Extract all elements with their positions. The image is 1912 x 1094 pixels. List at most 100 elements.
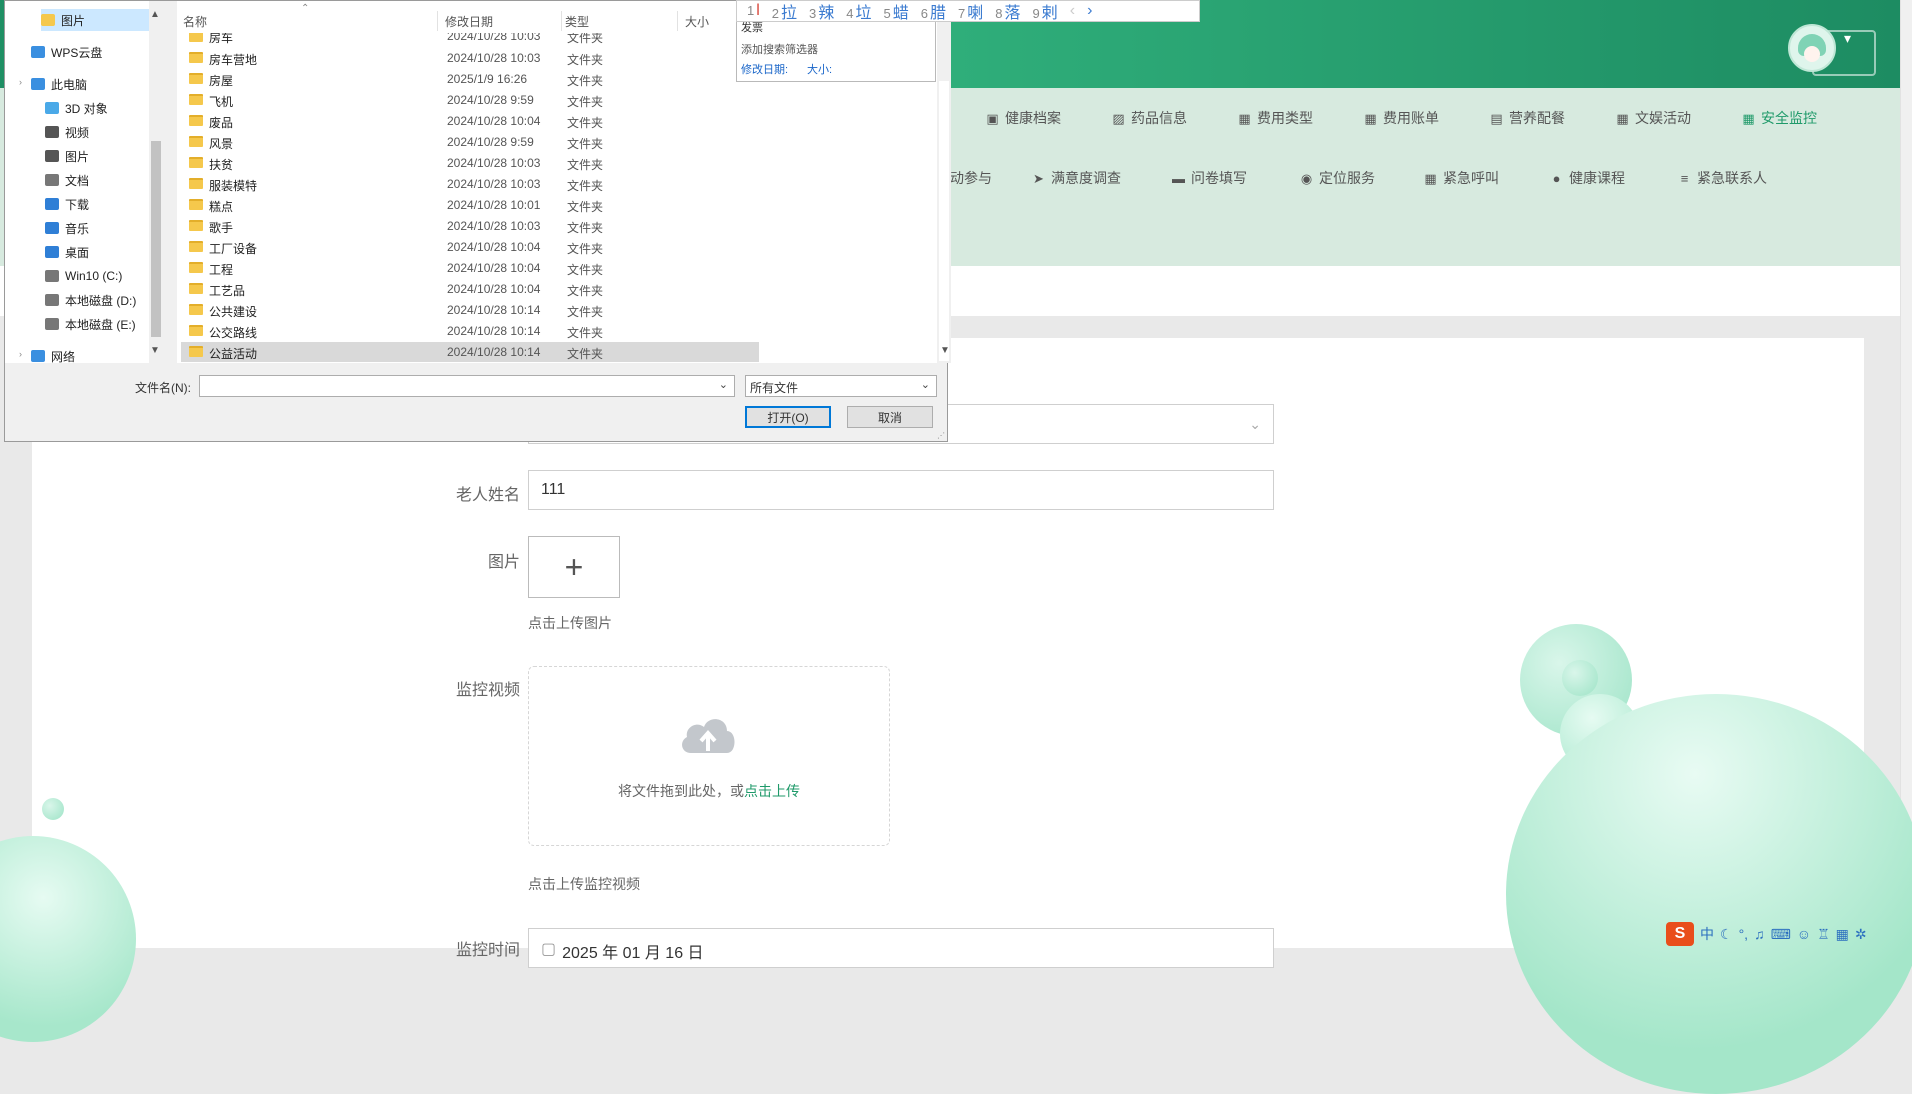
nav-item-0[interactable]: ▣ 健康档案 <box>986 108 1061 128</box>
nav-pane-item[interactable]: 本地磁盘 (E:) <box>45 313 136 335</box>
file-row[interactable]: 飞机 2024/10/28 9:59 文件夹 <box>181 90 759 110</box>
sogou-logo[interactable]: S <box>1666 922 1694 946</box>
nav-pane-item[interactable]: 图片 <box>45 145 89 167</box>
file-row[interactable]: 工程 2024/10/28 10:04 文件夹 <box>181 258 759 278</box>
column-header-name[interactable]: 名称 <box>183 13 207 30</box>
nav-item-2[interactable]: ▦ 费用类型 <box>1238 108 1313 128</box>
file-row[interactable]: 歌手 2024/10/28 10:03 文件夹 <box>181 216 759 236</box>
grid-icon[interactable]: ▦ <box>1836 926 1849 943</box>
file-row[interactable]: 公交路线 2024/10/28 10:14 文件夹 <box>181 321 759 341</box>
nav-item-5[interactable]: ● 健康课程 <box>1550 168 1625 188</box>
file-row[interactable]: 废品 2024/10/28 10:04 文件夹 <box>181 111 759 131</box>
ime-candidate[interactable]: 2拉 <box>772 0 797 23</box>
ime-candidate[interactable]: 7喇 <box>958 0 983 23</box>
file-date: 2024/10/28 10:04 <box>447 282 541 296</box>
file-list-scroll-thumb[interactable] <box>939 81 949 361</box>
ime-candidate[interactable]: 3辣 <box>809 0 834 23</box>
nav-pane-item[interactable]: 桌面 <box>45 241 89 263</box>
nav-item-1[interactable]: ➤ 满意度调查 <box>1032 168 1121 188</box>
time-input[interactable]: ▢ 2025 年 01 月 16 日 <box>528 928 1274 968</box>
file-name: 服装模特 <box>209 179 258 193</box>
image-upload-button[interactable]: + <box>528 536 620 598</box>
column-header-date[interactable]: 修改日期 <box>445 13 493 30</box>
punctuation-icon[interactable]: °, <box>1739 926 1749 942</box>
nav-item-4[interactable]: ▦ 紧急呼叫 <box>1424 168 1499 188</box>
open-button[interactable]: 打开(O) <box>745 406 831 428</box>
file-row[interactable]: 工艺品 2024/10/28 10:04 文件夹 <box>181 279 759 299</box>
file-date: 2024/10/28 10:04 <box>447 261 541 275</box>
nav-item-4[interactable]: ▤ 营养配餐 <box>1490 108 1565 128</box>
page-next-icon[interactable]: › <box>1087 2 1092 20</box>
file-row[interactable]: 公共建设 2024/10/28 10:14 文件夹 <box>181 300 759 320</box>
nav-pane-item[interactable]: 网络 <box>31 345 75 367</box>
file-row[interactable]: 扶贫 2024/10/28 10:03 文件夹 <box>181 153 759 173</box>
nav-pane-item[interactable]: 图片 <box>41 9 159 31</box>
ime-candidate[interactable]: 4垃 <box>846 0 871 23</box>
ime-candidate[interactable]: 5蜡 <box>884 0 909 23</box>
nav-pane-item[interactable]: 文档 <box>45 169 89 191</box>
nav-pane-item[interactable]: 音乐 <box>45 217 89 239</box>
column-header-size[interactable]: 大小 <box>685 13 709 30</box>
filter-size-link[interactable]: 大小: <box>807 61 832 77</box>
nav-pane-item[interactable]: WPS云盘 <box>31 41 102 63</box>
avatar[interactable] <box>1788 24 1836 72</box>
mic-icon[interactable]: ♫ <box>1754 926 1765 942</box>
cloud-upload-icon <box>682 719 735 753</box>
elder-name-input[interactable]: 111 <box>528 470 1274 510</box>
nav-pane-item[interactable]: 下载 <box>45 193 89 215</box>
nav-item-1[interactable]: ▨ 药品信息 <box>1112 108 1187 128</box>
candidate-number: 3 <box>809 6 817 21</box>
ime-candidate[interactable]: 6腊 <box>921 0 946 23</box>
nav-pane-item[interactable]: 视频 <box>45 121 89 143</box>
nav-item-5[interactable]: ▦ 文娱活动 <box>1616 108 1691 128</box>
user-icon[interactable]: ☺ <box>1797 926 1811 942</box>
image-icon <box>45 150 59 162</box>
nav-item-0[interactable]: 动参与 <box>950 168 992 188</box>
file-row[interactable]: 服装模特 2024/10/28 10:03 文件夹 <box>181 174 759 194</box>
nav-pane-scroll-thumb[interactable] <box>151 141 161 337</box>
gear-icon[interactable]: ✲ <box>1855 926 1867 943</box>
nav-item-3[interactable]: ▦ 费用账单 <box>1364 108 1439 128</box>
keyboard-icon[interactable]: ⌨ <box>1771 926 1791 943</box>
file-row[interactable]: 工厂设备 2024/10/28 10:04 文件夹 <box>181 237 759 257</box>
ime-candidate[interactable]: 9剌 <box>1033 0 1058 23</box>
chevron-down-icon[interactable]: ⌄ <box>719 378 728 391</box>
moon-icon[interactable]: ☾ <box>1720 926 1733 943</box>
filetype-select[interactable]: 所有文件 ⌄ <box>745 375 937 397</box>
file-row[interactable]: 房屋 2025/1/9 16:26 文件夹 <box>181 69 759 89</box>
scroll-down-icon[interactable]: ▼ <box>940 345 950 356</box>
nav-pane-item[interactable]: 本地磁盘 (D:) <box>45 289 136 311</box>
chevron-right-icon[interactable]: › <box>19 349 22 359</box>
chevron-right-icon[interactable]: › <box>19 77 22 87</box>
nav-item-6[interactable]: ▦ 安全监控 <box>1742 108 1817 128</box>
ime-mode[interactable]: 中 <box>1700 924 1714 944</box>
file-date: 2024/10/28 10:03 <box>447 177 541 191</box>
column-header-type[interactable]: 类型 <box>565 13 589 30</box>
filter-date-link[interactable]: 修改日期: <box>741 61 788 77</box>
file-row[interactable]: 房车营地 2024/10/28 10:03 文件夹 <box>181 48 759 68</box>
shirt-icon[interactable]: ♖ <box>1817 926 1830 943</box>
nav-item-2[interactable]: ▬ 问卷填写 <box>1172 168 1247 188</box>
nav-pane-item[interactable]: 此电脑 <box>31 73 87 95</box>
filename-input[interactable]: ⌄ <box>199 375 735 397</box>
nav-item-3[interactable]: ◉ 定位服务 <box>1300 168 1375 188</box>
ime-candidate[interactable]: 1l <box>747 2 760 20</box>
file-type: 文件夹 <box>567 95 604 109</box>
scroll-down-icon[interactable]: ▼ <box>150 345 160 356</box>
sort-arrow-icon: ⌃ <box>301 3 310 14</box>
dropzone-upload-link[interactable]: 点击上传 <box>744 783 800 799</box>
nav-item-6[interactable]: ≡ 紧急联系人 <box>1678 168 1767 188</box>
nav-pane-item[interactable]: Win10 (C:) <box>45 265 122 287</box>
ime-candidate[interactable]: 8落 <box>995 0 1020 23</box>
file-row[interactable]: 公益活动 2024/10/28 10:14 文件夹 <box>181 342 759 362</box>
resize-grip-icon[interactable]: ⋰ <box>937 431 945 440</box>
page-prev-icon[interactable]: ‹ <box>1070 2 1075 20</box>
chevron-down-icon[interactable]: ▾ <box>1844 30 1851 47</box>
video-dropzone[interactable]: 将文件拖到此处，或点击上传 <box>528 666 890 846</box>
file-row[interactable]: 风景 2024/10/28 9:59 文件夹 <box>181 132 759 152</box>
cancel-button[interactable]: 取消 <box>847 406 933 428</box>
file-row[interactable]: 房车 2024/10/28 10:03 文件夹 <box>181 33 759 47</box>
file-row[interactable]: 糕点 2024/10/28 10:01 文件夹 <box>181 195 759 215</box>
scroll-up-icon[interactable]: ▲ <box>150 9 160 20</box>
nav-pane-item[interactable]: 3D 对象 <box>45 97 108 119</box>
